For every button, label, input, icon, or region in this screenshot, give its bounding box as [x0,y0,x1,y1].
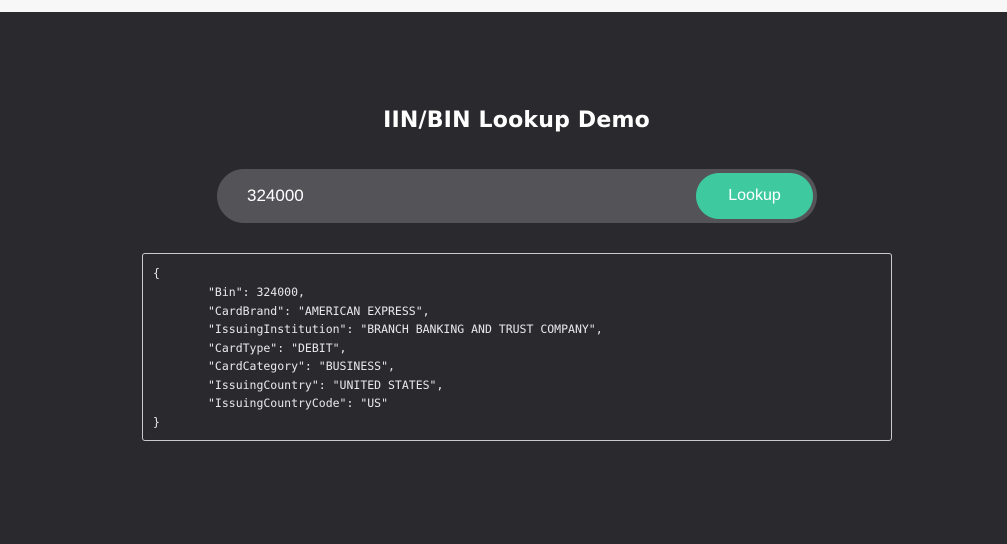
json-line-card-brand: "CardBrand": "AMERICAN EXPRESS", [208,304,430,318]
json-close-brace: } [153,415,160,429]
browser-top-strip [0,0,1007,12]
json-line-bin: "Bin": 324000, [208,285,305,299]
result-output: { "Bin": 324000, "CardBrand": "AMERICAN … [142,253,892,441]
search-bar: Lookup [217,169,817,223]
lookup-button[interactable]: Lookup [696,173,813,219]
bin-input[interactable] [247,169,687,223]
json-line-card-category: "CardCategory": "BUSINESS", [208,359,395,373]
page-title: IIN/BIN Lookup Demo [383,108,650,133]
json-line-issuing-institution: "IssuingInstitution": "BRANCH BANKING AN… [208,322,603,336]
json-line-issuing-country-code: "IssuingCountryCode": "US" [208,396,389,410]
json-line-card-type: "CardType": "DEBIT", [208,341,347,355]
json-open-brace: { [153,266,160,280]
json-line-issuing-country: "IssuingCountry": "UNITED STATES", [208,378,444,392]
